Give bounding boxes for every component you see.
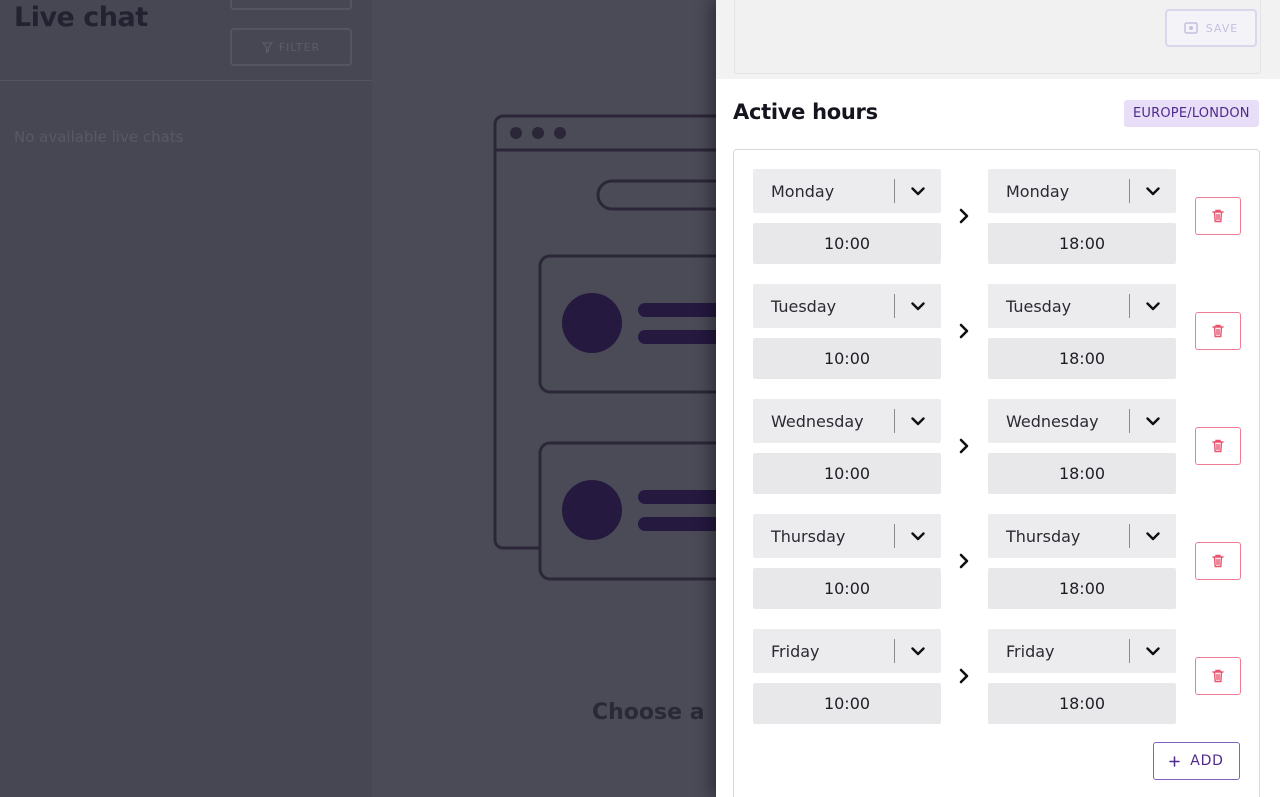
end-day-select[interactable]: Tuesday xyxy=(988,284,1176,328)
hours-row: Friday 10:00 Friday 18:00 xyxy=(753,629,1243,725)
end-day-select[interactable]: Thursday xyxy=(988,514,1176,558)
end-time-field[interactable]: 18:00 xyxy=(988,338,1176,379)
hours-row: Thursday 10:00 Thursday 18:00 xyxy=(753,514,1243,610)
chevron-right-icon xyxy=(953,435,975,457)
save-icon xyxy=(1184,22,1198,34)
start-time-field[interactable]: 10:00 xyxy=(753,568,941,609)
end-day-value: Thursday xyxy=(1006,526,1081,546)
start-day-value: Wednesday xyxy=(771,411,864,431)
chevron-down-icon[interactable] xyxy=(895,169,941,213)
delete-row-button[interactable] xyxy=(1195,657,1241,695)
end-day-select[interactable]: Monday xyxy=(988,169,1176,213)
delete-row-button[interactable] xyxy=(1195,197,1241,235)
add-hours-button[interactable]: ADD xyxy=(1153,742,1240,780)
save-button[interactable]: SAVE xyxy=(1165,9,1257,47)
end-day-value: Wednesday xyxy=(1006,411,1099,431)
chevron-down-icon[interactable] xyxy=(895,629,941,673)
start-day-select[interactable]: Tuesday xyxy=(753,284,941,328)
chevron-down-icon[interactable] xyxy=(895,514,941,558)
chevron-down-icon[interactable] xyxy=(1130,399,1176,443)
trash-icon xyxy=(1212,554,1224,568)
chevron-down-icon[interactable] xyxy=(1130,284,1176,328)
chevron-right-icon xyxy=(953,665,975,687)
add-label: ADD xyxy=(1190,753,1224,769)
empty-state-illustration xyxy=(493,114,716,581)
trash-icon xyxy=(1212,439,1224,453)
hours-row: Tuesday 10:00 Tuesday 18:00 xyxy=(753,284,1243,380)
start-day-select[interactable]: Thursday xyxy=(753,514,941,558)
previous-settings-card: SAVE xyxy=(734,0,1261,74)
chevron-down-icon[interactable] xyxy=(1130,629,1176,673)
background-app: Live chat FILTER No available live chats… xyxy=(0,0,716,797)
save-label: SAVE xyxy=(1205,21,1239,35)
panel-top-section: SAVE xyxy=(716,0,1280,79)
chevron-down-icon[interactable] xyxy=(895,284,941,328)
end-day-select[interactable]: Friday xyxy=(988,629,1176,673)
delete-row-button[interactable] xyxy=(1195,312,1241,350)
start-day-value: Monday xyxy=(771,181,835,201)
start-day-select[interactable]: Friday xyxy=(753,629,941,673)
active-hours-title: Active hours xyxy=(733,100,878,124)
delete-row-button[interactable] xyxy=(1195,427,1241,465)
start-time-field[interactable]: 10:00 xyxy=(753,453,941,494)
plus-icon xyxy=(1169,755,1180,767)
end-day-value: Monday xyxy=(1006,181,1070,201)
start-day-value: Tuesday xyxy=(771,296,837,316)
chevron-right-icon xyxy=(953,205,975,227)
start-day-select[interactable]: Monday xyxy=(753,169,941,213)
choose-chat-text: Choose a xyxy=(592,700,705,725)
start-time-field[interactable]: 10:00 xyxy=(753,338,941,379)
settings-panel: SAVE Active hours EUROPE/LONDON Monday 1… xyxy=(716,0,1280,797)
trash-icon xyxy=(1212,669,1224,683)
end-day-select[interactable]: Wednesday xyxy=(988,399,1176,443)
start-day-select[interactable]: Wednesday xyxy=(753,399,941,443)
trash-icon xyxy=(1212,209,1224,223)
start-day-value: Friday xyxy=(771,641,820,661)
start-time-field[interactable]: 10:00 xyxy=(753,223,941,264)
end-time-field[interactable]: 18:00 xyxy=(988,223,1176,264)
chevron-down-icon[interactable] xyxy=(895,399,941,443)
delete-row-button[interactable] xyxy=(1195,542,1241,580)
active-hours-list: Monday 10:00 Monday 18:00 Tuesday 10:00 … xyxy=(733,149,1260,797)
start-time-field[interactable]: 10:00 xyxy=(753,683,941,724)
end-time-field[interactable]: 18:00 xyxy=(988,683,1176,724)
end-day-value: Friday xyxy=(1006,641,1055,661)
end-day-value: Tuesday xyxy=(1006,296,1072,316)
hours-row: Monday 10:00 Monday 18:00 xyxy=(753,169,1243,265)
end-time-field[interactable]: 18:00 xyxy=(988,453,1176,494)
chevron-right-icon xyxy=(953,550,975,572)
hours-row: Wednesday 10:00 Wednesday 18:00 xyxy=(753,399,1243,495)
trash-icon xyxy=(1212,324,1224,338)
end-time-field[interactable]: 18:00 xyxy=(988,568,1176,609)
chevron-right-icon xyxy=(953,320,975,342)
start-day-value: Thursday xyxy=(771,526,846,546)
chevron-down-icon[interactable] xyxy=(1130,169,1176,213)
timezone-badge: EUROPE/LONDON xyxy=(1124,100,1259,127)
chevron-down-icon[interactable] xyxy=(1130,514,1176,558)
